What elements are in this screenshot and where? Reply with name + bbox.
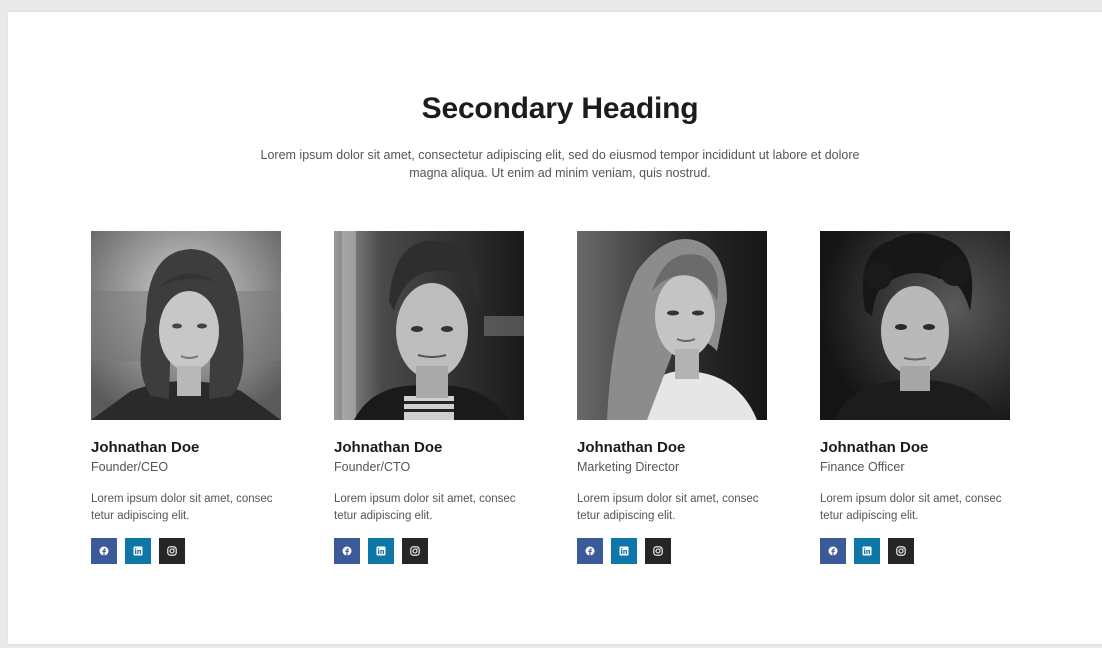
member-bio: Lorem ipsum dolor sit amet, consec tetur… xyxy=(334,493,516,522)
member-photo xyxy=(820,231,1010,420)
team-card: Johnathan Doe Marketing Director Lorem i… xyxy=(577,231,777,564)
instagram-icon xyxy=(167,546,177,556)
member-photo xyxy=(334,231,524,420)
social-links xyxy=(91,538,291,564)
facebook-button[interactable] xyxy=(577,538,603,564)
facebook-icon xyxy=(828,546,838,556)
member-bio: Lorem ipsum dolor sit amet, consec tetur… xyxy=(91,493,273,522)
team-card: Johnathan Doe Founder/CTO Lorem ipsum do… xyxy=(334,231,534,564)
member-role: Founder/CEO xyxy=(91,460,169,474)
facebook-icon xyxy=(585,546,595,556)
social-links xyxy=(820,538,1020,564)
facebook-button[interactable] xyxy=(91,538,117,564)
linkedin-button[interactable] xyxy=(854,538,880,564)
instagram-button[interactable] xyxy=(888,538,914,564)
team-card: Johnathan Doe Finance Officer Lorem ipsu… xyxy=(820,231,1020,564)
instagram-icon xyxy=(410,546,420,556)
linkedin-icon xyxy=(862,546,872,556)
linkedin-icon xyxy=(619,546,629,556)
instagram-button[interactable] xyxy=(645,538,671,564)
facebook-button[interactable] xyxy=(334,538,360,564)
member-role: Finance Officer xyxy=(820,460,905,474)
member-name: Johnathan Doe xyxy=(820,439,929,456)
facebook-icon xyxy=(342,546,352,556)
instagram-icon xyxy=(896,546,906,556)
member-name: Johnathan Doe xyxy=(577,439,686,456)
linkedin-icon xyxy=(376,546,386,556)
member-bio: Lorem ipsum dolor sit amet, consec tetur… xyxy=(820,493,1002,522)
linkedin-button[interactable] xyxy=(611,538,637,564)
member-name: Johnathan Doe xyxy=(334,439,443,456)
member-name: Johnathan Doe xyxy=(91,439,200,456)
member-role: Marketing Director xyxy=(577,460,680,474)
facebook-button[interactable] xyxy=(820,538,846,564)
facebook-icon xyxy=(99,546,109,556)
member-photo xyxy=(577,231,767,420)
instagram-button[interactable] xyxy=(159,538,185,564)
instagram-icon xyxy=(653,546,663,556)
linkedin-button[interactable] xyxy=(368,538,394,564)
instagram-button[interactable] xyxy=(402,538,428,564)
member-bio: Lorem ipsum dolor sit amet, consec tetur… xyxy=(577,493,759,522)
team-card: Johnathan Doe Founder/CEO Lorem ipsum do… xyxy=(91,231,291,564)
member-photo xyxy=(91,231,281,420)
member-role: Founder/CTO xyxy=(334,460,411,474)
linkedin-button[interactable] xyxy=(125,538,151,564)
section-subtext: Lorem ipsum dolor sit amet, consectetur … xyxy=(260,148,860,180)
linkedin-icon xyxy=(133,546,143,556)
social-links xyxy=(577,538,777,564)
section-heading: Secondary Heading xyxy=(421,92,699,125)
social-links xyxy=(334,538,534,564)
